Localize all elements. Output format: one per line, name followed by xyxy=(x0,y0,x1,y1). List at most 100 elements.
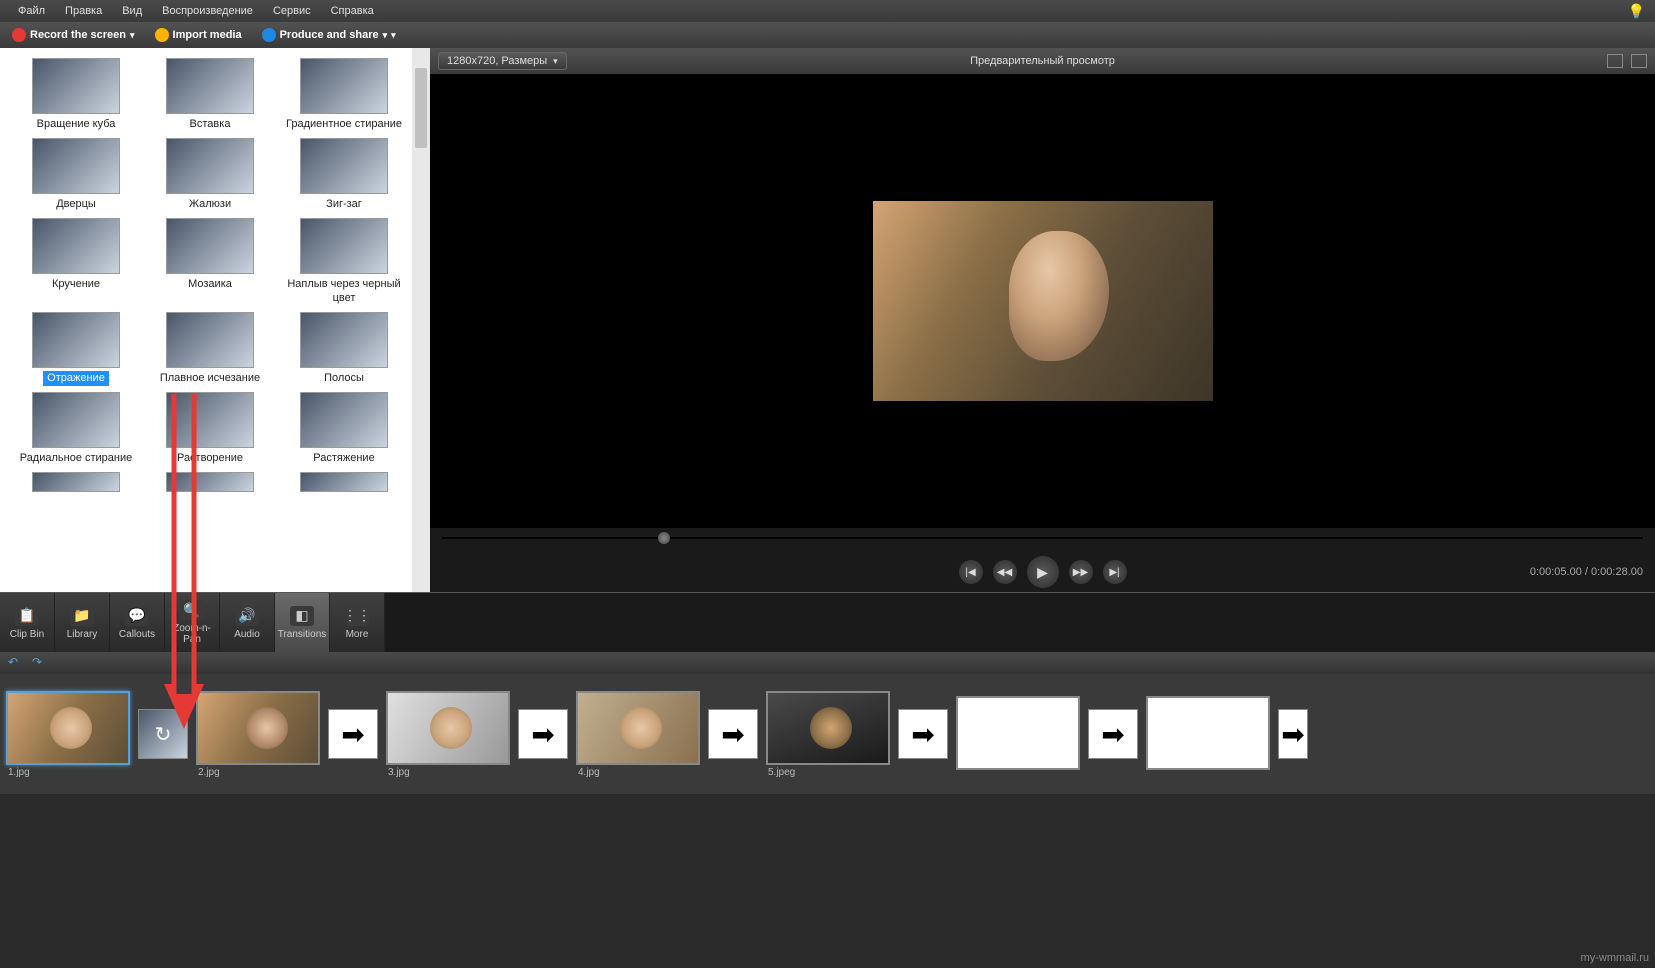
total-time: 0:00:28.00 xyxy=(1591,566,1643,578)
bulb-icon[interactable]: 💡 xyxy=(1628,3,1645,20)
transition-label: Плавное исчезание xyxy=(156,371,264,386)
transition-thumb xyxy=(166,472,254,492)
tool-tab-callouts[interactable]: 💬Callouts xyxy=(110,593,165,652)
transition-thumb xyxy=(32,58,120,114)
tool-tab-label: More xyxy=(346,629,369,640)
menu-playback[interactable]: Воспроизведение xyxy=(152,3,263,19)
transition-item[interactable]: Наплыв через черный цвет xyxy=(278,218,410,305)
transition-label: Растворение xyxy=(173,451,247,466)
produce-label: Produce and share xyxy=(280,29,379,41)
more-icon: ⋮⋮ xyxy=(345,606,369,626)
transition-item[interactable]: Радиальное стирание xyxy=(10,392,142,466)
clip-thumb xyxy=(956,696,1080,770)
seekbar-handle[interactable] xyxy=(658,532,670,544)
transition-item[interactable]: Градиентное стирание xyxy=(278,58,410,132)
timeline-clip[interactable]: 2.jpg xyxy=(196,691,320,778)
audio-icon: 🔊 xyxy=(235,606,259,626)
menu-file[interactable]: Файл xyxy=(8,3,55,19)
timeline: 1.jpg2.jpg➡3.jpg➡4.jpg➡5.jpeg➡➡➡ xyxy=(0,674,1655,794)
menu-help[interactable]: Справка xyxy=(321,3,384,19)
transition-label: Радиальное стирание xyxy=(16,451,137,466)
tool-tab-zoom-n-pan[interactable]: 🔍Zoom-n-Pan xyxy=(165,593,220,652)
transition-thumb xyxy=(32,312,120,368)
timeline-clip[interactable] xyxy=(1146,696,1270,772)
clip-label: 2.jpg xyxy=(196,767,320,778)
transition-slot[interactable] xyxy=(138,709,188,759)
preview-image xyxy=(873,201,1213,401)
transition-item[interactable]: Отражение xyxy=(10,312,142,386)
record-screen-button[interactable]: Record the screen ▾ xyxy=(4,26,143,44)
detach-icon[interactable] xyxy=(1631,54,1647,68)
transition-label: Вращение куба xyxy=(33,117,120,132)
transition-slot[interactable]: ➡ xyxy=(1088,709,1138,759)
fullscreen-icon[interactable] xyxy=(1607,54,1623,68)
transition-item[interactable] xyxy=(10,472,142,492)
folder-icon xyxy=(155,28,169,42)
transition-item[interactable]: Полосы xyxy=(278,312,410,386)
preview-toolbar: 1280x720, Размеры ▾ Предварительный прос… xyxy=(430,48,1655,74)
timeline-clip[interactable]: 4.jpg xyxy=(576,691,700,778)
timeline-tools: ↶ ↷ xyxy=(0,652,1655,674)
transition-slot[interactable]: ➡ xyxy=(1278,709,1308,759)
prev-clip-button[interactable]: |◀ xyxy=(959,560,983,584)
transition-item[interactable] xyxy=(278,472,410,492)
timeline-clip[interactable]: 5.jpeg xyxy=(766,691,890,778)
transition-item[interactable] xyxy=(144,472,276,492)
watermark: my-wmmail.ru xyxy=(1581,952,1649,964)
transition-thumb xyxy=(32,218,120,274)
transition-item[interactable]: Вставка xyxy=(144,58,276,132)
transition-slot[interactable]: ➡ xyxy=(328,709,378,759)
preview-seekbar[interactable] xyxy=(442,528,1643,548)
transition-item[interactable]: Дверцы xyxy=(10,138,142,212)
clip-thumb xyxy=(766,691,890,765)
transition-item[interactable]: Мозаика xyxy=(144,218,276,305)
undo-icon[interactable]: ↶ xyxy=(8,655,24,671)
tool-tab-more[interactable]: ⋮⋮ More xyxy=(330,593,385,652)
current-time: 0:00:05.00 xyxy=(1530,566,1582,578)
tool-tab-library[interactable]: 📁Library xyxy=(55,593,110,652)
transition-item[interactable]: Зиг-заг xyxy=(278,138,410,212)
transition-item[interactable]: Вращение куба xyxy=(10,58,142,132)
forward-button[interactable]: ▶▶ xyxy=(1069,560,1093,584)
tool-tab-audio[interactable]: 🔊 Audio xyxy=(220,593,275,652)
timeline-clip[interactable]: 3.jpg xyxy=(386,691,510,778)
menu-view[interactable]: Вид xyxy=(112,3,152,19)
timeline-clip[interactable] xyxy=(956,696,1080,772)
tool-tab-transitions[interactable]: ◧Transitions xyxy=(275,593,330,652)
transition-label: Зиг-заг xyxy=(322,197,366,212)
transition-label: Растяжение xyxy=(309,451,378,466)
transition-slot[interactable]: ➡ xyxy=(898,709,948,759)
menubar: Файл Правка Вид Воспроизведение Сервис С… xyxy=(0,0,1655,22)
tool-tab-label: Audio xyxy=(234,629,260,640)
transition-item[interactable]: Растворение xyxy=(144,392,276,466)
transition-item[interactable]: Растяжение xyxy=(278,392,410,466)
next-clip-button[interactable]: ▶| xyxy=(1103,560,1127,584)
chevron-down-icon: ▾ xyxy=(553,56,558,67)
play-button[interactable]: ▶ xyxy=(1027,556,1059,588)
import-media-button[interactable]: Import media xyxy=(147,26,250,44)
scrollbar[interactable] xyxy=(412,48,430,592)
produce-share-button[interactable]: Produce and share ▾ ▾ xyxy=(254,26,404,44)
record-icon xyxy=(12,28,26,42)
transition-thumb xyxy=(300,58,388,114)
menu-service[interactable]: Сервис xyxy=(263,3,321,19)
transition-slot[interactable]: ➡ xyxy=(708,709,758,759)
resolution-dropdown[interactable]: 1280x720, Размеры ▾ xyxy=(438,52,567,70)
tool-tab-clip-bin[interactable]: 📋Clip Bin xyxy=(0,593,55,652)
transition-item[interactable]: Кручение xyxy=(10,218,142,305)
transition-item[interactable]: Плавное исчезание xyxy=(144,312,276,386)
menu-edit[interactable]: Правка xyxy=(55,3,112,19)
rewind-button[interactable]: ◀◀ xyxy=(993,560,1017,584)
transition-thumb xyxy=(32,472,120,492)
tool-tab-label: Callouts xyxy=(119,629,155,640)
transition-thumb xyxy=(32,138,120,194)
timeline-clip[interactable]: 1.jpg xyxy=(6,691,130,778)
chevron-down-icon: ▾ xyxy=(391,30,396,41)
transition-thumb xyxy=(300,392,388,448)
transition-slot[interactable]: ➡ xyxy=(518,709,568,759)
clip-label: 1.jpg xyxy=(6,767,130,778)
redo-icon[interactable]: ↷ xyxy=(32,655,48,671)
transition-thumb xyxy=(166,218,254,274)
tool-tab-label: Transitions xyxy=(278,629,327,640)
transition-item[interactable]: Жалюзи xyxy=(144,138,276,212)
